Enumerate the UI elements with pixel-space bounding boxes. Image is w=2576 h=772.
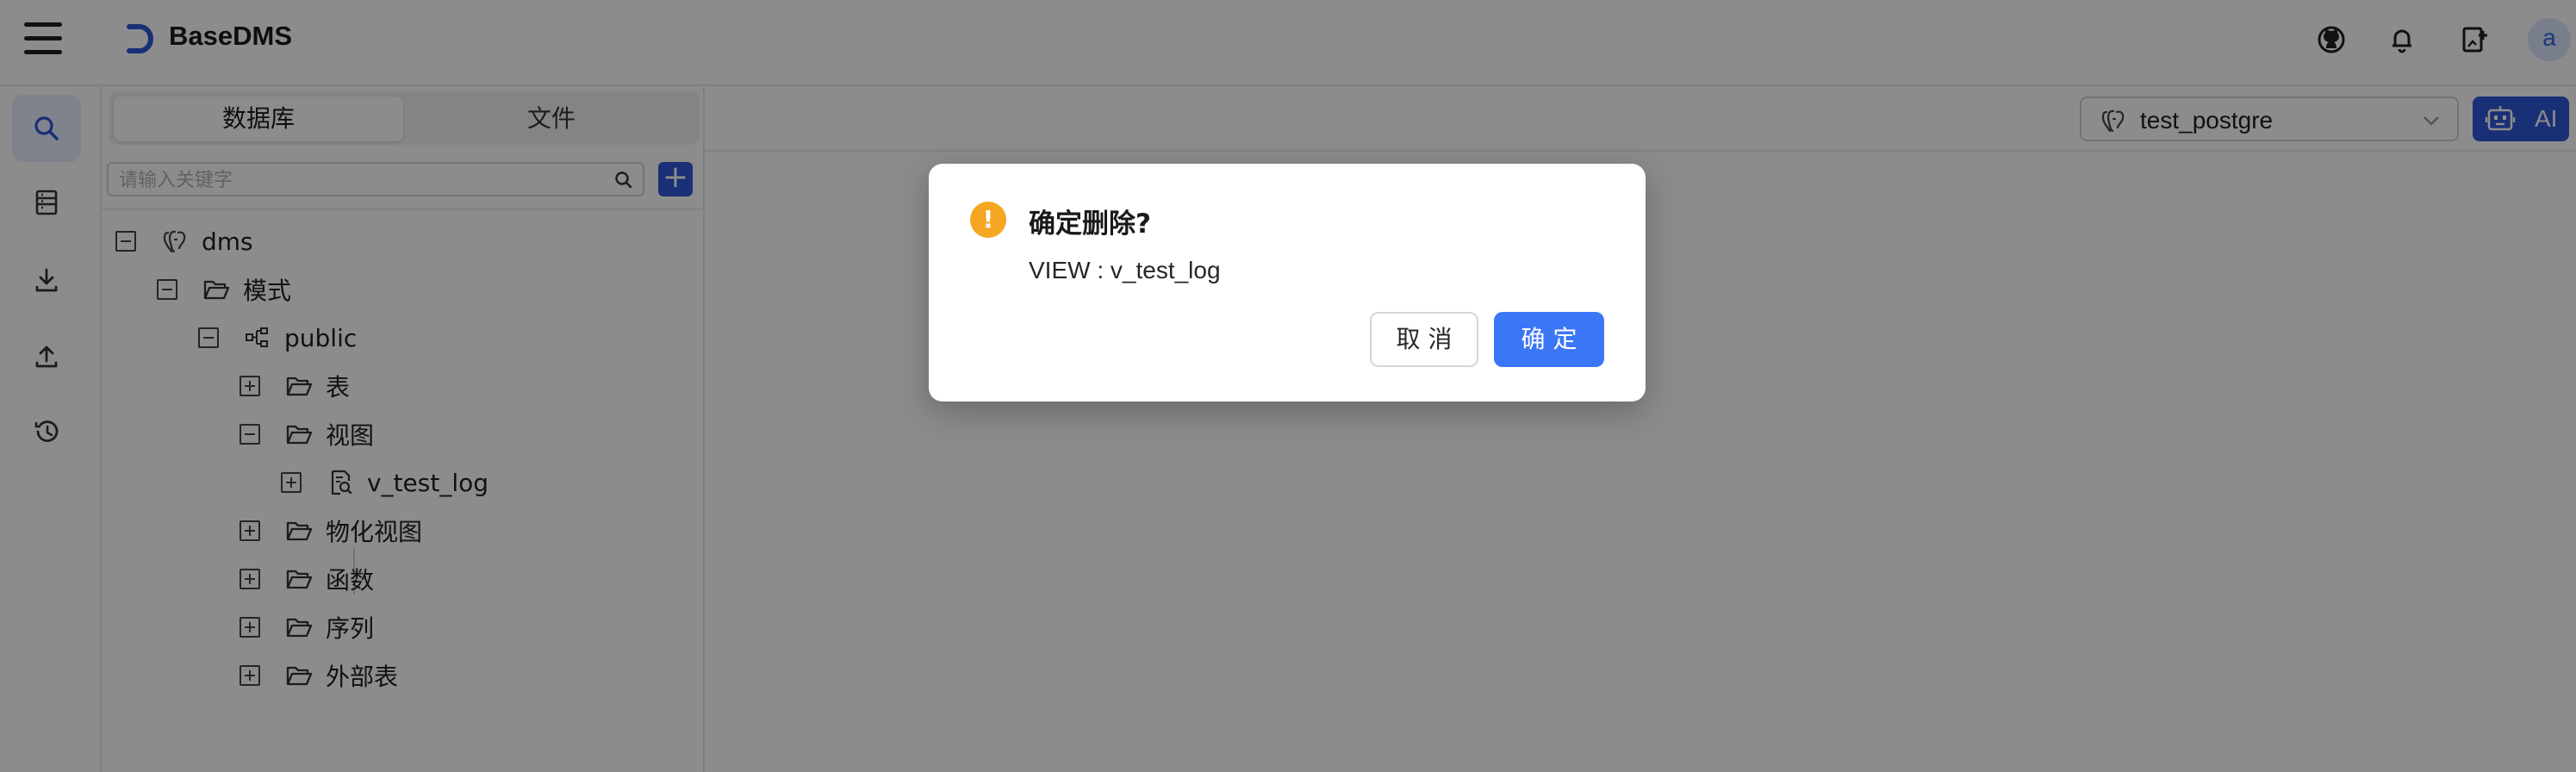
dialog-content: VIEW : v_test_log bbox=[1029, 257, 1221, 283]
warning-icon: ! bbox=[970, 202, 1006, 238]
dialog-title: 确定删除? bbox=[1029, 209, 1151, 240]
confirm-button[interactable]: 确 定 bbox=[1494, 312, 1604, 367]
cancel-button[interactable]: 取 消 bbox=[1370, 312, 1478, 367]
delete-confirm-dialog: ! 确定删除? VIEW : v_test_log 取 消 确 定 bbox=[929, 164, 1646, 402]
